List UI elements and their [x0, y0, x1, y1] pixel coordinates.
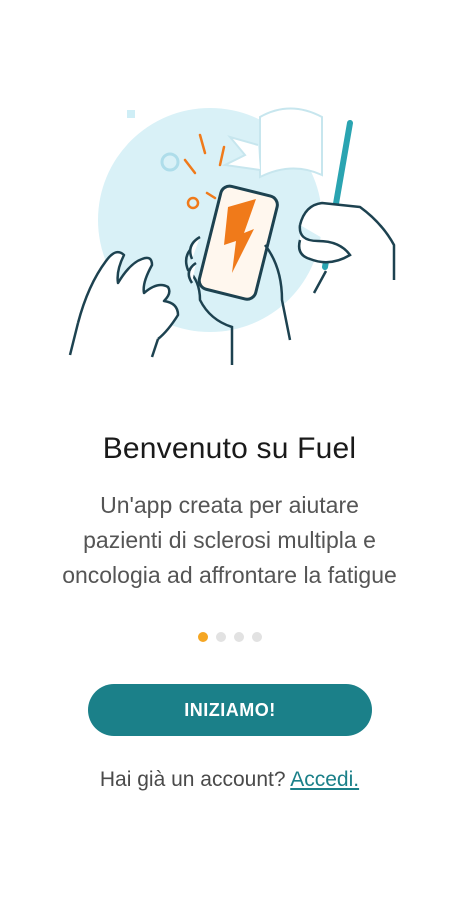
start-button[interactable]: INIZIAMO! [88, 684, 372, 736]
welcome-title: Benvenuto su Fuel [102, 432, 357, 465]
welcome-subtitle: Un'app creata per aiutare pazienti di sc… [0, 488, 459, 593]
pagination-dots [0, 632, 459, 642]
page-dot-active[interactable] [197, 632, 208, 642]
page-dot[interactable] [215, 632, 226, 642]
login-prompt-text: Hai già un account? [99, 768, 286, 791]
subtitle-line: Un'app creata per aiutare [100, 492, 359, 518]
onboarding-illustration [60, 95, 410, 395]
page-dot[interactable] [233, 632, 244, 642]
subtitle-line: oncologia ad affrontare la fatigue [62, 562, 397, 588]
login-link[interactable]: Accedi. [290, 768, 359, 791]
login-prompt-row: Hai già un account? Accedi. [0, 768, 459, 792]
subtitle-line: pazienti di sclerosi multipla e [83, 527, 376, 553]
page-dot[interactable] [251, 632, 262, 642]
